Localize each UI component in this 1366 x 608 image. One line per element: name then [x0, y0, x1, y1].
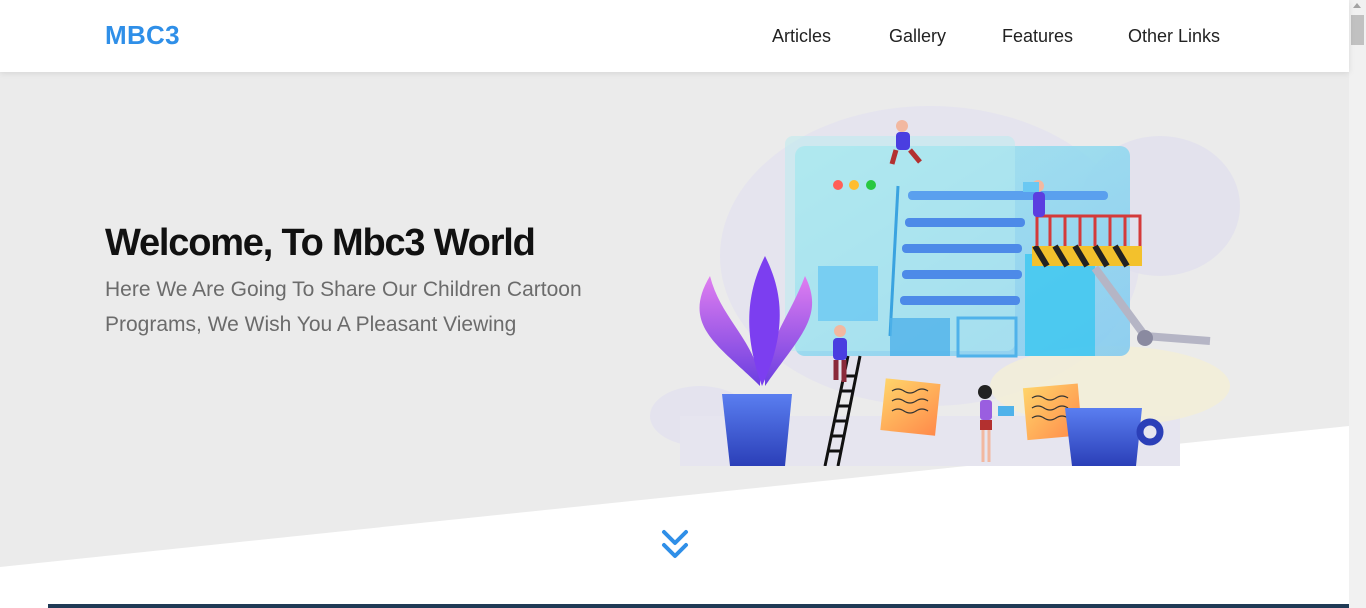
scroll-up-arrow-icon[interactable] [1353, 3, 1361, 8]
hero-section: Welcome, To Mbc3 World Here We Are Going… [0, 72, 1349, 608]
nav-articles[interactable]: Articles [772, 26, 831, 47]
page-scrollbar[interactable] [1349, 0, 1366, 608]
next-section-edge [48, 604, 1349, 608]
hero-title: Welcome, To Mbc3 World [105, 222, 536, 264]
scrollbar-thumb[interactable] [1351, 15, 1364, 45]
hero-illustration [650, 106, 1240, 466]
main-nav: Articles Gallery Features Other Links [0, 26, 1349, 50]
site-header: MBC3 Articles Gallery Features Other Lin… [0, 0, 1349, 72]
nav-features[interactable]: Features [1002, 26, 1073, 47]
nav-other-links[interactable]: Other Links [1128, 26, 1220, 47]
double-chevron-down-icon[interactable] [660, 528, 690, 562]
nav-gallery[interactable]: Gallery [889, 26, 946, 47]
hero-subtitle: Here We Are Going To Share Our Children … [105, 278, 582, 336]
